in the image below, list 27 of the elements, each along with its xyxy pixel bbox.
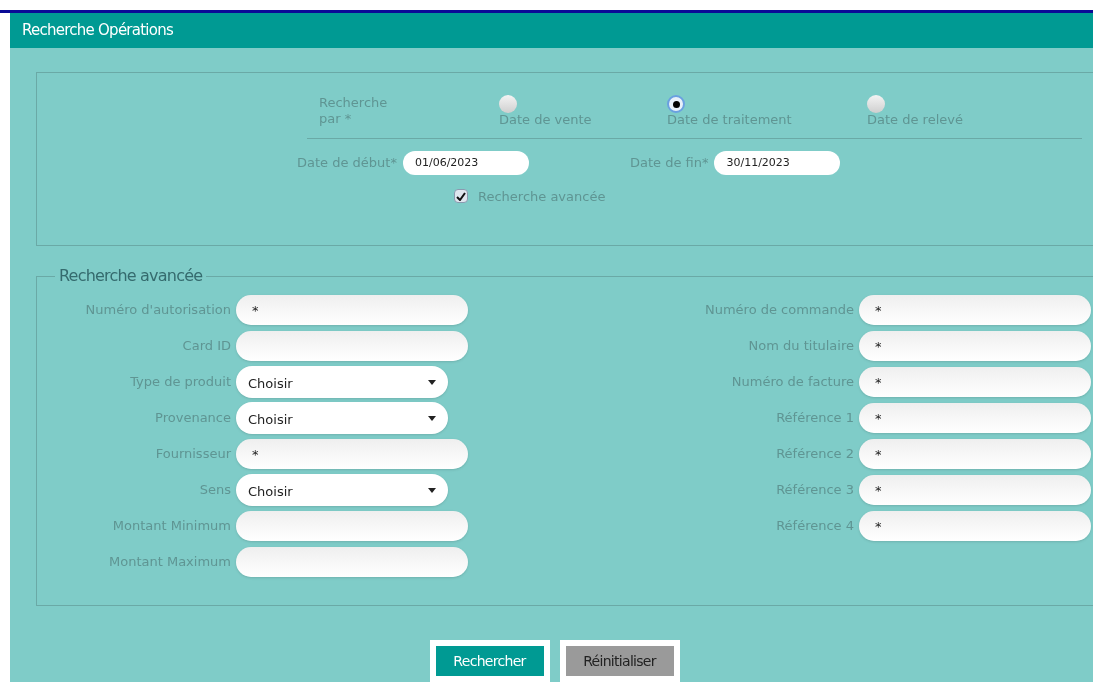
check-icon [456, 191, 466, 201]
date-field[interactable]: 30/11/2023 [714, 150, 841, 175]
input-field[interactable]: * [859, 295, 1091, 326]
caret-icon [428, 415, 436, 421]
radio-button[interactable] [499, 95, 517, 113]
caret-icon [428, 487, 436, 493]
input-field[interactable]: * [859, 439, 1091, 470]
input-field[interactable]: * [859, 475, 1091, 506]
date-field[interactable]: 01/06/2023 [402, 150, 529, 175]
radio-button[interactable] [667, 95, 685, 113]
input-field[interactable]: * [236, 295, 468, 326]
panel-title: Recherche Opérations [22, 20, 173, 42]
reset-button[interactable]: Réinitialiser [559, 640, 680, 682]
select-field[interactable]: Choisir [236, 402, 448, 435]
input-field[interactable]: * [859, 403, 1091, 434]
select-field[interactable]: Choisir [236, 366, 448, 399]
input-field[interactable]: * [859, 511, 1091, 542]
input-field[interactable] [236, 547, 468, 578]
input-field[interactable]: * [859, 331, 1091, 362]
radio-button[interactable] [867, 95, 885, 113]
input-field[interactable]: * [236, 439, 468, 470]
input-field[interactable] [236, 511, 468, 542]
input-field[interactable]: * [859, 367, 1091, 398]
input-field[interactable] [236, 331, 468, 362]
caret-icon [428, 379, 436, 385]
select-field[interactable]: Choisir [236, 474, 448, 507]
checkbox[interactable] [454, 189, 468, 204]
